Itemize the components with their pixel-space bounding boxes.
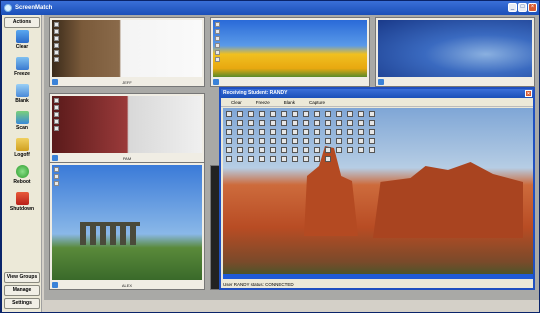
student-name: ALEX [121,283,133,288]
desktop-icons [215,22,229,62]
stonehenge-lintel [80,222,140,226]
student-screen [52,20,202,77]
student-live-screen[interactable] [223,108,533,279]
student-screen [52,165,202,280]
freeze-icon [15,57,29,70]
close-button[interactable]: × [528,3,537,12]
freeze-label: Freeze [14,71,30,77]
student-taskbar [223,274,533,279]
student-thumbnail[interactable]: JEFF [49,17,205,87]
student-thumbnail[interactable] [210,17,370,87]
desktop-icons [54,167,68,186]
menu-blank[interactable]: Blank [284,98,295,106]
settings-button[interactable]: Settings [4,298,40,309]
connection-status: User RANDY status: CONNECTED [223,282,294,287]
window-title: ScreenMatch [15,5,53,11]
logoff-action[interactable]: Logoff [4,138,40,163]
logoff-icon [15,138,29,151]
desktop-icons [226,111,376,162]
student-name: PAM [122,156,132,161]
clear-action[interactable]: Clear [4,30,40,55]
window-controls: _ □ × [508,3,537,12]
popup-menu-bar: Clear Freeze Blank Capture [221,98,533,107]
clear-label: Clear [15,44,29,50]
thumbnail-grid: JEFF PAM ALEX Receiving Student: RANDY ×… [44,15,539,300]
student-name: JEFF [122,80,132,85]
blank-action[interactable]: Blank [4,84,40,109]
title-bar: ScreenMatch _ □ × [1,1,539,15]
computer-icon [213,79,219,85]
student-screen [52,96,202,153]
receiving-student-window[interactable]: Receiving Student: RANDY × Clear Freeze … [219,87,535,290]
computer-icon [378,79,384,85]
shutdown-label: Shutdown [9,206,35,212]
desktop-icons [54,22,68,62]
popup-close-button[interactable]: × [525,90,532,97]
shutdown-icon [15,192,29,205]
app-window: ScreenMatch _ □ × Actions Clear Freeze B… [0,0,540,313]
clear-icon [15,30,29,43]
menu-capture[interactable]: Capture [309,98,325,106]
student-thumbnail[interactable] [375,17,535,87]
menu-clear[interactable]: Clear [231,98,242,106]
reboot-action[interactable]: Reboot [4,165,40,190]
freeze-action[interactable]: Freeze [4,57,40,82]
reboot-icon [15,165,29,178]
minimize-button[interactable]: _ [508,3,517,12]
desktop-icons [54,98,68,131]
shutdown-action[interactable]: Shutdown [4,192,40,217]
blank-label: Blank [15,98,29,104]
student-screen [378,20,532,77]
student-thumbnail[interactable]: PAM [49,93,205,163]
scan-icon [15,111,29,124]
sidebar: Actions Clear Freeze Blank Scan Logoff R… [2,15,42,312]
client-area: Actions Clear Freeze Blank Scan Logoff R… [2,15,539,312]
scan-action[interactable]: Scan [4,111,40,136]
student-screen [213,20,367,77]
actions-header-button[interactable]: Actions [4,17,40,28]
menu-freeze[interactable]: Freeze [256,98,270,106]
view-groups-button[interactable]: View Groups [4,272,40,283]
reboot-label: Reboot [13,179,31,185]
rock-formation-right [373,162,523,238]
popup-title: Receiving Student: RANDY [223,90,288,96]
stonehenge-image [80,225,140,245]
manage-button[interactable]: Manage [4,285,40,296]
student-thumbnail[interactable]: ALEX [49,162,205,290]
scan-label: Scan [16,125,28,131]
maximize-button[interactable]: □ [518,3,527,12]
app-icon [4,4,12,12]
blank-icon [15,84,29,97]
popup-title-bar: Receiving Student: RANDY × [221,89,533,98]
logoff-label: Logoff [14,152,30,158]
